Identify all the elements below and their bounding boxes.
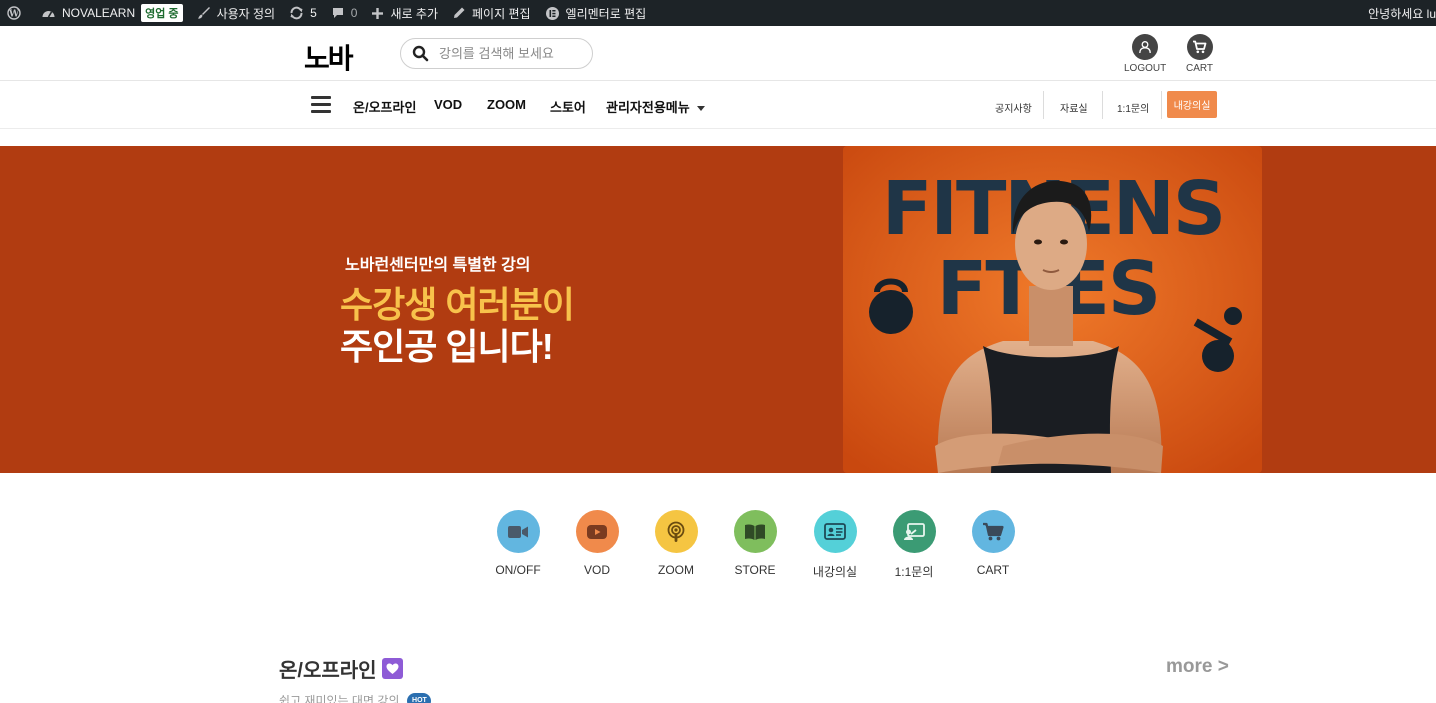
updates-icon (290, 6, 303, 20)
category-cart[interactable]: CART (948, 510, 1038, 577)
cart-icon (1186, 34, 1213, 60)
logout-button[interactable]: LOGOUT (1124, 34, 1166, 74)
search-icon[interactable] (412, 45, 429, 62)
comments-count: 0 (350, 6, 358, 20)
wordpress-logo[interactable]: W (0, 0, 34, 26)
status-badge: 영업 중 (141, 4, 183, 22)
nav-item-admin-menu[interactable]: 관리자전용메뉴 (606, 97, 705, 116)
banner-photo: FITNENS FTIES (843, 146, 1262, 473)
category-label: VOD (583, 563, 610, 577)
section-title-text: 온/오프라인 (279, 660, 377, 682)
elementor-edit-label: 엘리멘터로 편집 (565, 6, 647, 21)
customize-label: 사용자 정의 (216, 6, 276, 21)
book-icon (733, 510, 777, 553)
my-classroom-button[interactable]: 내강의실 (1167, 91, 1217, 118)
nav-item-onoff[interactable]: 온/오프라인 (353, 97, 416, 116)
heart-icon (381, 658, 403, 679)
nav-item-admin-label: 관리자전용메뉴 (606, 100, 690, 115)
wordpress-icon: W (7, 6, 21, 20)
main-nav: 온/오프라인 VOD ZOOM 스토어 관리자전용메뉴 공지사항 자료실 1:1… (0, 81, 1436, 129)
cart-label: CART (1186, 63, 1214, 74)
banner-headline-2: 주인공 입니다! (340, 326, 554, 367)
divider (1043, 91, 1044, 119)
category-store[interactable]: STORE (710, 510, 800, 577)
search-input[interactable] (439, 46, 579, 61)
new-content-link[interactable]: 새로 추가 (364, 0, 445, 26)
edit-page-label: 페이지 편집 (471, 6, 531, 21)
category-label: ON/OFF (495, 563, 541, 577)
site-name-menu[interactable]: NOVALEARN 영업 중 (34, 0, 190, 26)
category-onoff[interactable]: ON/OFF (473, 510, 563, 577)
cart-button[interactable]: CART (1186, 34, 1213, 74)
brush-icon (197, 7, 210, 19)
section-title: 온/오프라인 (279, 654, 403, 683)
category-label: CART (976, 563, 1010, 577)
nav-item-vod[interactable]: VOD (434, 97, 462, 112)
updates-count: 5 (310, 6, 317, 20)
site-header: 노바 LOGOUT CART (0, 26, 1436, 81)
nav-item-zoom[interactable]: ZOOM (487, 97, 526, 112)
logout-label: LOGOUT (1124, 63, 1167, 74)
nav-item-store[interactable]: 스토어 (550, 97, 586, 116)
account-menu[interactable]: 안녕하세요 luc (1368, 0, 1436, 26)
customize-link[interactable]: 사용자 정의 (190, 0, 283, 26)
chalkboard-teacher-icon (892, 510, 936, 553)
admin-bar: W NOVALEARN 영업 중 사용자 정의 5 0 새로 추가 페이지 편집… (0, 0, 1436, 26)
section-subtitle-text: 쉽고 재미있는 대면 강의 (279, 694, 400, 703)
util-link-notice[interactable]: 공지사항 (995, 100, 1032, 115)
category-label: 1:1문의 (894, 565, 934, 579)
category-label: STORE (734, 563, 776, 577)
svg-text:W: W (8, 10, 20, 20)
edit-page-link[interactable]: 페이지 편집 (445, 0, 538, 26)
new-content-label: 새로 추가 (390, 6, 438, 21)
section-subtitle: 쉽고 재미있는 대면 강의 HOT (279, 692, 432, 703)
search-box[interactable] (400, 38, 593, 69)
user-icon (1132, 34, 1159, 60)
banner-subtitle: 노바런센터만의 특별한 강의 (345, 257, 531, 274)
category-zoom[interactable]: ZOOM (631, 510, 721, 577)
hot-badge: HOT (407, 692, 432, 703)
chevron-down-icon (696, 106, 705, 112)
greeting-text: 안녕하세요 luc (1368, 6, 1436, 21)
category-vod[interactable]: VOD (552, 510, 642, 577)
util-link-archive[interactable]: 자료실 (1060, 100, 1088, 115)
elementor-icon (545, 6, 559, 20)
pencil-icon (453, 7, 465, 18)
category-label: ZOOM (658, 563, 694, 577)
category-label: 내강의실 (812, 565, 858, 579)
play-icon (575, 510, 619, 553)
fitness-model-illustration: FITNENS FTIES (843, 146, 1262, 473)
comment-icon (332, 8, 343, 18)
plus-icon (372, 7, 384, 19)
more-link[interactable]: more > (1166, 656, 1229, 678)
updates-link[interactable]: 5 (282, 0, 324, 26)
category-my-classroom[interactable]: 내강의실 (790, 510, 880, 580)
category-inquiry[interactable]: 1:1문의 (869, 510, 959, 580)
hero-banner[interactable]: 노바런센터만의 특별한 강의 수강생 여러분이 주인공 입니다! FITNENS… (0, 146, 1436, 473)
dashboard-icon (42, 11, 55, 18)
divider (1102, 91, 1103, 119)
elementor-edit-link[interactable]: 엘리멘터로 편집 (538, 0, 654, 26)
divider (1161, 91, 1162, 119)
id-card-icon (813, 510, 857, 553)
hamburger-menu-icon[interactable] (311, 96, 331, 113)
util-link-inquiry[interactable]: 1:1문의 (1117, 100, 1149, 115)
site-name: NOVALEARN (62, 6, 136, 20)
comments-link[interactable]: 0 (324, 0, 365, 26)
site-logo[interactable]: 노바 (304, 37, 354, 77)
cart-icon (971, 510, 1015, 553)
video-camera-icon (496, 510, 540, 553)
podcast-icon (654, 510, 698, 553)
